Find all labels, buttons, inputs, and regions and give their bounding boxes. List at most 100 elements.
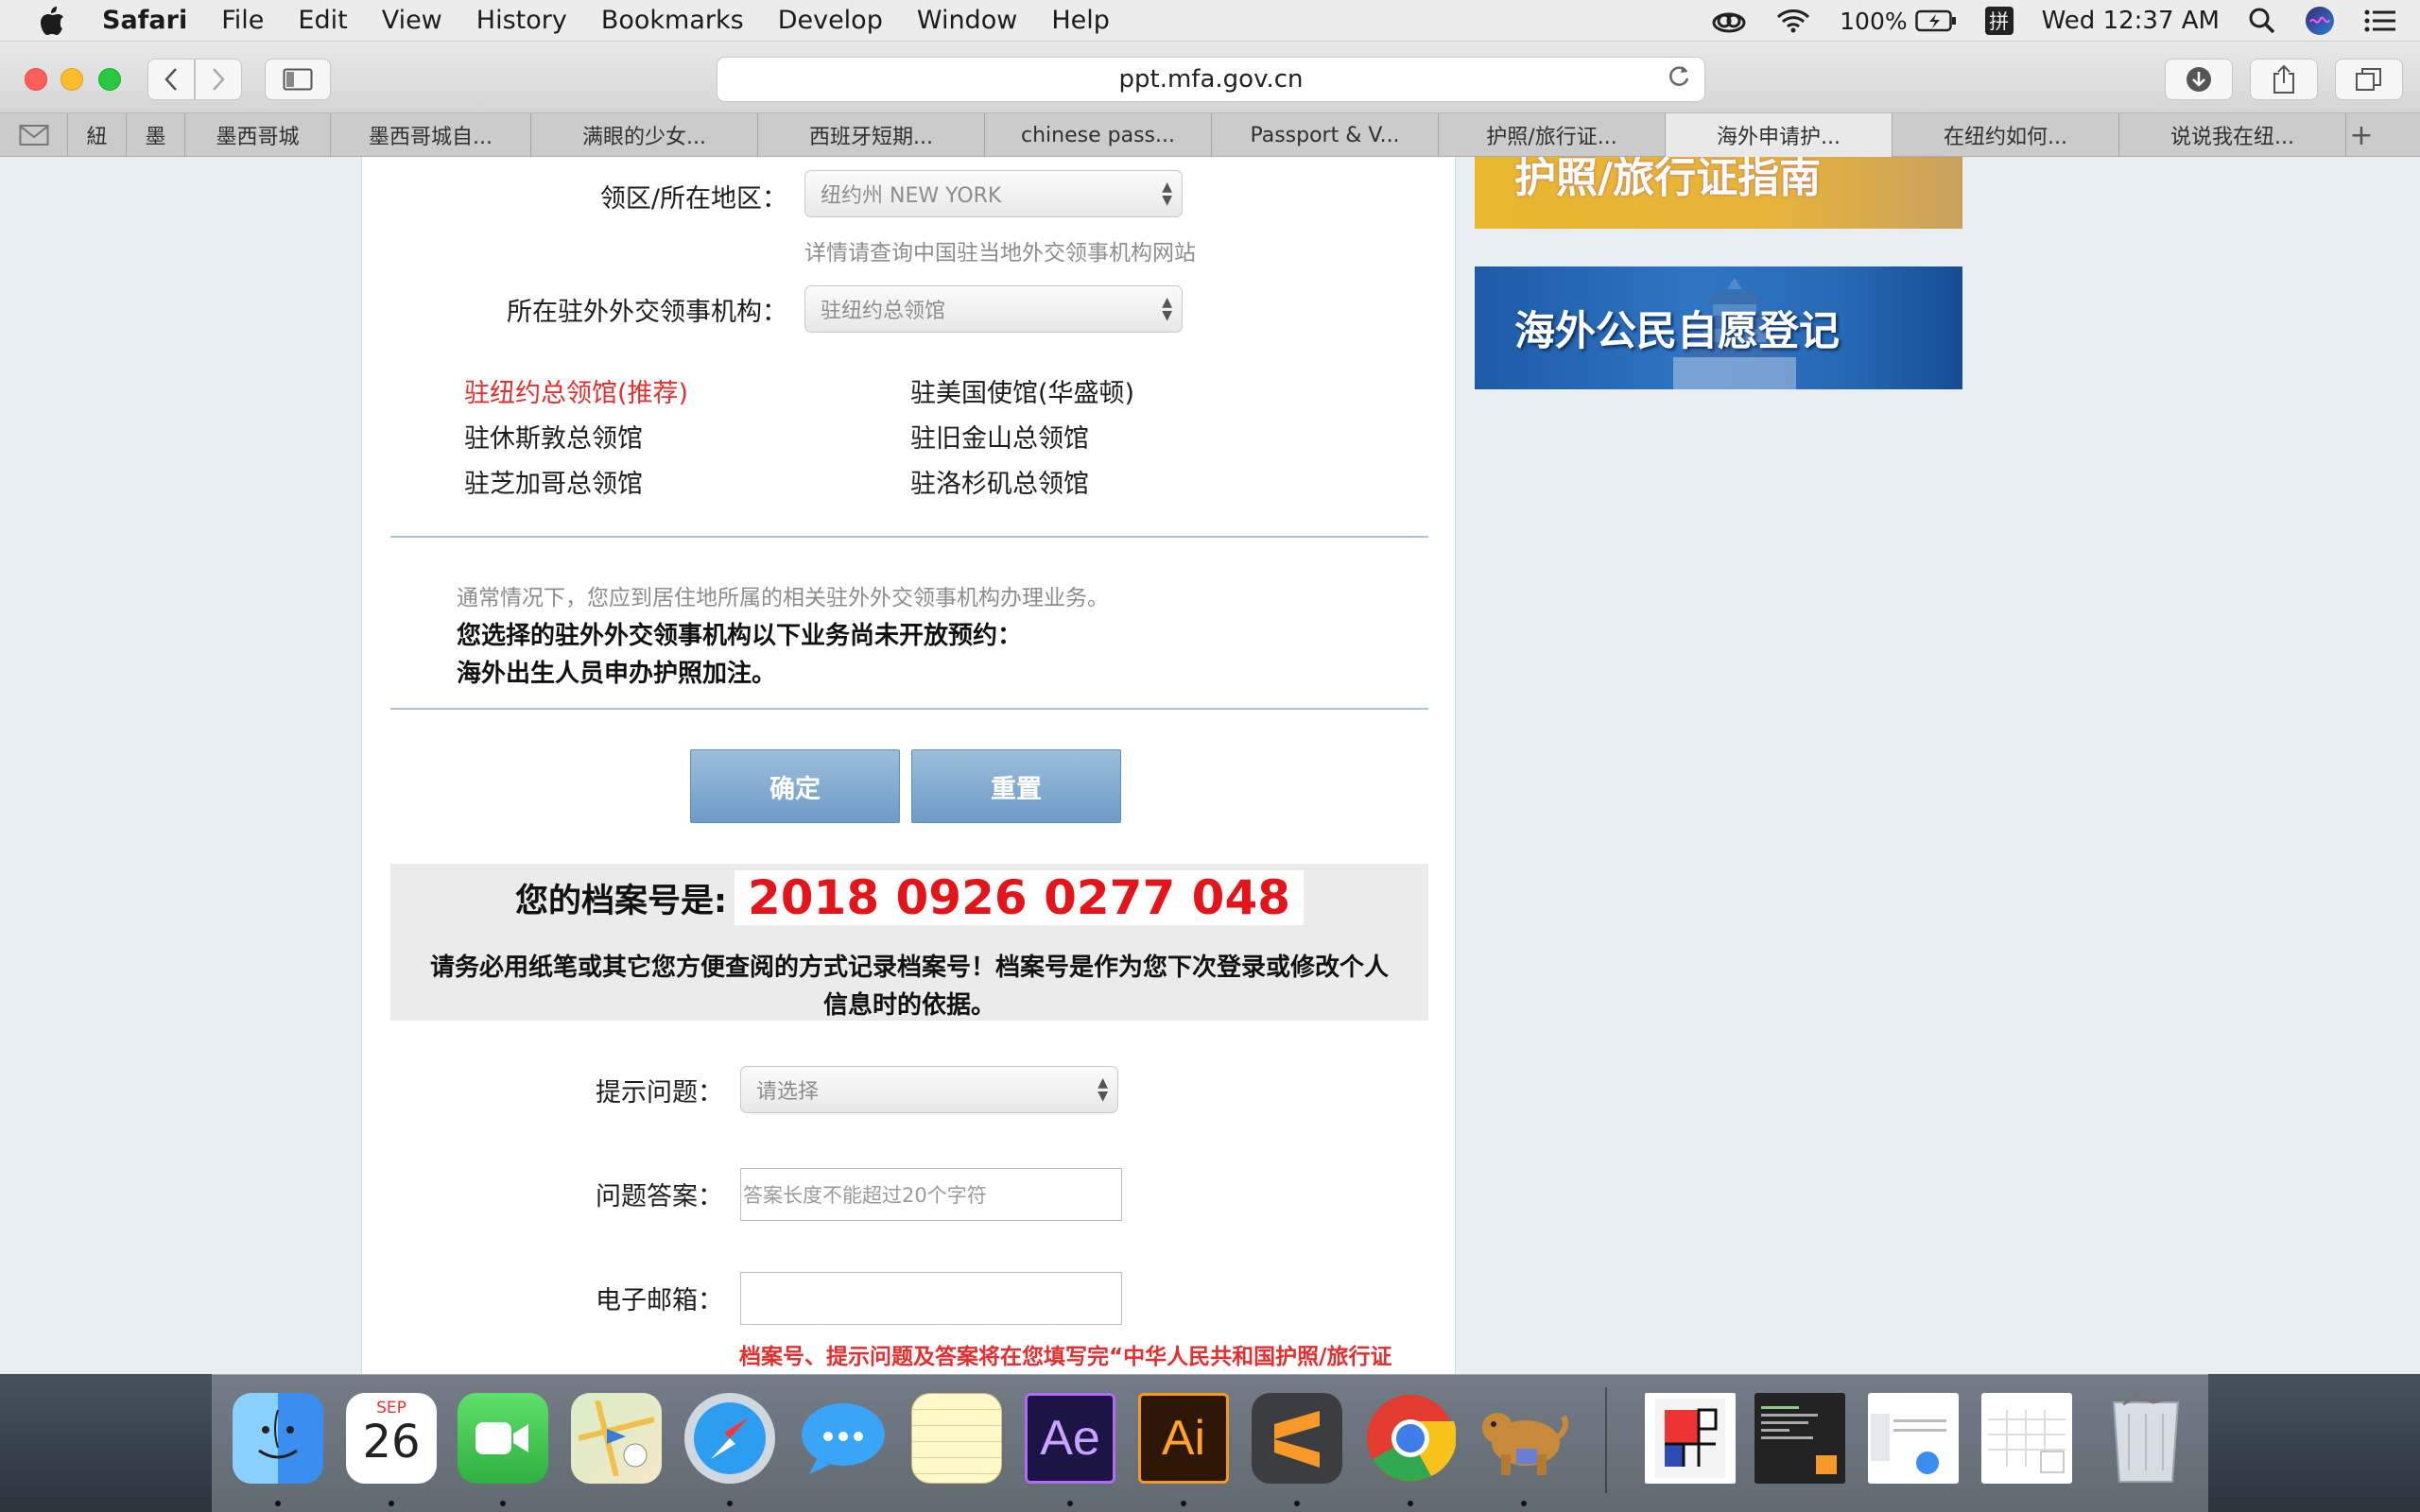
trash-icon[interactable] [2100, 1393, 2191, 1484]
siri-icon[interactable] [2305, 6, 2335, 36]
messages-icon[interactable] [798, 1393, 889, 1484]
passport-guide-banner-text: 护照/旅行证指南 [1514, 157, 1822, 202]
apple-menu-icon[interactable] [38, 6, 66, 36]
consulate-link-newyork[interactable]: 驻纽约总领馆(推荐) [464, 372, 688, 409]
tab-6[interactable]: 西班牙短期... [758, 113, 985, 157]
tab-9[interactable]: 护照/旅行证... [1439, 113, 1666, 157]
tab-4[interactable]: 墨西哥城自... [331, 113, 531, 157]
tab-mail[interactable] [0, 113, 68, 157]
consulate-link-losangeles[interactable]: 驻洛杉矶总领馆 [910, 463, 1089, 500]
calendar-icon[interactable]: SEP 26 [346, 1393, 437, 1484]
reset-button[interactable]: 重置 [911, 749, 1121, 823]
back-button[interactable] [147, 59, 195, 100]
menu-clock[interactable]: Wed 12:37 AM [2042, 7, 2220, 35]
menu-develop[interactable]: Develop [778, 6, 883, 35]
menu-view[interactable]: View [382, 6, 442, 35]
main-content: 领区/所在地区： 纽约州 NEW YORK ▲ ▼ 详情请查询中国驻当地外交领事机… [361, 157, 1456, 1374]
consulate-link-washington[interactable]: 驻美国使馆(华盛顿) [910, 372, 1134, 409]
close-window-button[interactable] [25, 68, 47, 91]
consulate-select[interactable]: 驻纽约总领馆 ▲ ▼ [804, 285, 1183, 333]
answer-placeholder: 答案长度不能超过20个字符 [743, 1184, 987, 1207]
share-button[interactable] [2250, 59, 2318, 100]
consulate-link-chicago[interactable]: 驻芝加哥总领馆 [464, 463, 643, 500]
notice-bold-line-1: 您选择的驻外外交领事机构以下业务尚未开放预约： [457, 622, 1023, 650]
safari-icon[interactable] [684, 1393, 775, 1484]
region-hint: 详情请查询中国驻当地外交领事机构网站 [804, 241, 1196, 266]
tab-12[interactable]: 说说我在纽... [2119, 113, 2346, 157]
calendar-window-thumbnail[interactable] [1981, 1393, 2072, 1484]
menu-bar: Safari File Edit View History Bookmarks … [0, 0, 2420, 42]
dock-running-indicator [1181, 1501, 1186, 1506]
menu-bookmarks[interactable]: Bookmarks [601, 6, 744, 35]
select-arrows-icon: ▲ ▼ [1162, 295, 1172, 323]
new-tab-button[interactable]: + [2346, 113, 2377, 157]
email-input[interactable] [740, 1272, 1122, 1325]
input-method-icon[interactable]: 拼 [1984, 7, 2014, 35]
menu-app-name[interactable]: Safari [102, 6, 187, 35]
finder-icon[interactable] [233, 1393, 323, 1484]
confirm-button[interactable]: 确定 [690, 749, 900, 823]
question-select[interactable]: 请选择 ▲ ▼ [740, 1066, 1118, 1113]
tab-1[interactable]: 紐 [68, 113, 127, 157]
facetime-icon[interactable] [458, 1393, 548, 1484]
notes-icon[interactable] [911, 1393, 1002, 1484]
sidebar-toggle-button[interactable] [265, 59, 331, 100]
archive-line: 您的档案号是: 2018 0926 0277 048 [390, 864, 1428, 932]
menu-window[interactable]: Window [917, 6, 1017, 35]
notification-center-icon[interactable] [2363, 8, 2397, 34]
tab-3[interactable]: 墨西哥城 [185, 113, 331, 157]
share-icon [2273, 64, 2294, 94]
tab-overview-button[interactable] [2335, 59, 2403, 100]
sublime-text-icon[interactable] [1252, 1393, 1342, 1484]
tab-5[interactable]: 满眼的少女... [531, 113, 758, 157]
wifi-icon[interactable] [1775, 8, 1811, 34]
tab-10-active[interactable]: 海外申请护... [1666, 113, 1893, 157]
dock-running-indicator [500, 1501, 506, 1506]
passport-guide-banner[interactable]: 护照/旅行证指南 [1475, 157, 1962, 229]
downloads-button[interactable] [2165, 59, 2233, 100]
cheetah-app-icon[interactable] [1478, 1393, 1569, 1484]
minimize-window-button[interactable] [60, 68, 83, 91]
menu-edit[interactable]: Edit [298, 6, 347, 35]
archive-warning: 请务必用纸笔或其它您方便查阅的方式记录档案号！档案号是作为您下次登录或修改个人 … [390, 949, 1428, 1024]
tab-2[interactable]: 墨 [127, 113, 185, 157]
menu-history[interactable]: History [476, 6, 567, 35]
divider [390, 536, 1428, 538]
illustrator-label: Ai [1161, 1411, 1206, 1466]
terminal-window-thumbnail[interactable] [1754, 1393, 1845, 1484]
maps-icon[interactable] [571, 1393, 662, 1484]
tab-7[interactable]: chinese pass... [985, 113, 1212, 157]
consulate-link-houston[interactable]: 驻休斯敦总领馆 [464, 418, 643, 455]
overseas-registration-banner[interactable]: 海外公民自愿登记 [1475, 266, 1962, 389]
address-bar[interactable]: ppt.mfa.gov.cn [717, 57, 1705, 102]
battery-percent: 100% [1840, 7, 1908, 35]
download-icon [2187, 67, 2211, 92]
spotlight-search-icon[interactable] [2248, 7, 2276, 35]
answer-label: 问题答案： [596, 1182, 723, 1211]
region-select[interactable]: 纽约州 NEW YORK ▲ ▼ [804, 170, 1183, 217]
reload-icon[interactable] [1667, 63, 1691, 96]
tabs-icon [2356, 68, 2381, 91]
consulate-link-sanfrancisco[interactable]: 驻旧金山总领馆 [910, 418, 1089, 455]
question-label: 提示问题： [596, 1078, 723, 1108]
address-url: ppt.mfa.gov.cn [1118, 65, 1304, 94]
menu-file[interactable]: File [221, 6, 264, 35]
finder-window-thumbnail[interactable] [1868, 1393, 1959, 1484]
creative-cloud-icon[interactable] [1711, 8, 1747, 34]
answer-input[interactable]: 答案长度不能超过20个字符 [740, 1168, 1122, 1221]
tab-8[interactable]: Passport & V... [1212, 113, 1439, 157]
zoom-window-button[interactable] [98, 68, 121, 91]
tab-11[interactable]: 在纽约如何... [1893, 113, 2119, 157]
mondrian-document-icon[interactable] [1645, 1393, 1736, 1484]
battery-icon[interactable] [1914, 9, 1957, 32]
forward-button[interactable] [195, 59, 242, 100]
illustrator-icon[interactable]: Ai [1138, 1393, 1229, 1484]
mail-icon [19, 125, 48, 146]
chrome-icon[interactable] [1365, 1393, 1456, 1484]
after-effects-label: Ae [1040, 1411, 1100, 1466]
dock-running-indicator [727, 1501, 733, 1506]
chevron-left-icon [164, 68, 177, 91]
menu-help[interactable]: Help [1051, 6, 1110, 35]
after-effects-icon[interactable]: Ae [1025, 1393, 1115, 1484]
safari-toolbar: ppt.mfa.gov.cn [0, 42, 2420, 113]
